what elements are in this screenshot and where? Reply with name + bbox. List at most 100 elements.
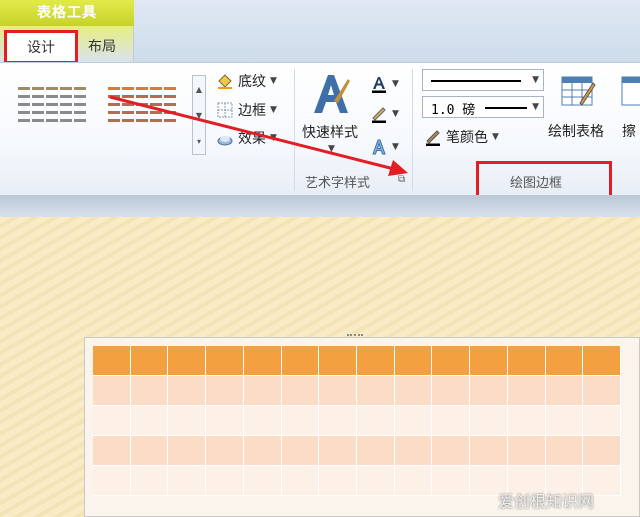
table-cell[interactable] [470, 406, 508, 436]
table-cell[interactable] [93, 406, 131, 436]
table-cell[interactable] [281, 466, 320, 496]
table-cell[interactable] [93, 466, 131, 496]
table-cell[interactable] [394, 466, 433, 496]
table-cell[interactable] [168, 406, 207, 436]
table-cell[interactable] [507, 406, 546, 436]
gallery-up-icon[interactable]: ▲ [196, 85, 202, 94]
table-cell[interactable] [583, 406, 621, 436]
header-cell[interactable] [206, 346, 244, 376]
wordart-a-icon [314, 75, 350, 113]
ruler-bar [0, 195, 640, 217]
table-cell[interactable] [206, 376, 244, 406]
pen-style-line [431, 80, 521, 82]
pen-weight-line [485, 107, 527, 109]
header-cell[interactable] [168, 346, 207, 376]
gallery-scroll[interactable]: ▲ ▼ ▾ [192, 75, 206, 155]
table-cell[interactable] [432, 376, 471, 406]
table-cell[interactable] [470, 436, 508, 466]
table-cell[interactable] [432, 406, 471, 436]
resize-handle[interactable] [347, 334, 363, 338]
table-cell[interactable] [545, 436, 584, 466]
table-cell[interactable] [168, 466, 207, 496]
table-cell[interactable] [281, 436, 320, 466]
table-cell[interactable] [357, 376, 395, 406]
chevron-down-icon: ▼ [532, 75, 539, 85]
table-cell[interactable] [394, 406, 433, 436]
table-cell[interactable] [130, 466, 169, 496]
header-cell[interactable] [394, 346, 433, 376]
table-cell[interactable] [470, 376, 508, 406]
text-fill-button[interactable]: ▼ [370, 75, 399, 93]
text-outline-button[interactable]: ▼ [370, 105, 399, 123]
table-cell[interactable] [319, 376, 357, 406]
pen-weight-dropdown[interactable]: 1.0 磅 ▼ [422, 96, 544, 118]
pen-style-dropdown[interactable]: ▼ [422, 69, 544, 91]
chevron-down-icon: ▼ [392, 109, 399, 119]
header-cell[interactable] [507, 346, 546, 376]
text-effects-button[interactable]: ▼ [370, 138, 399, 156]
effects-label: 效果 [238, 131, 266, 147]
separator [294, 69, 295, 191]
table-cell[interactable] [168, 436, 207, 466]
table-cell[interactable] [243, 406, 282, 436]
table-cell[interactable] [507, 376, 546, 406]
header-cell[interactable] [432, 346, 471, 376]
table-cell[interactable] [394, 376, 433, 406]
table-cell[interactable] [357, 406, 395, 436]
dialog-launcher-icon[interactable]: ⧉ [398, 174, 405, 185]
table-style-orange[interactable] [108, 87, 176, 122]
chevron-down-icon: ▼ [328, 144, 335, 154]
table-cell[interactable] [243, 466, 282, 496]
table-cell[interactable] [319, 436, 357, 466]
header-cell[interactable] [583, 346, 621, 376]
header-cell[interactable] [357, 346, 395, 376]
table-cell[interactable] [281, 406, 320, 436]
pen-color-button[interactable]: 笔颜色 ▼ [424, 127, 499, 147]
table-cell[interactable] [243, 376, 282, 406]
gallery-more-icon[interactable]: ▾ [197, 137, 201, 146]
table-cell[interactable] [432, 466, 471, 496]
shading-button[interactable]: 底纹 ▼ [216, 71, 277, 91]
table-cell[interactable] [130, 376, 169, 406]
header-cell[interactable] [319, 346, 357, 376]
borders-button[interactable]: 边框 ▼ [216, 100, 277, 120]
table-cell[interactable] [319, 466, 357, 496]
table-cell[interactable] [206, 406, 244, 436]
table-cell[interactable] [130, 406, 169, 436]
header-cell[interactable] [93, 346, 131, 376]
table-cell[interactable] [432, 436, 471, 466]
header-cell[interactable] [470, 346, 508, 376]
table-cell[interactable] [319, 406, 357, 436]
table-cell[interactable] [130, 436, 169, 466]
table-cell[interactable] [545, 406, 584, 436]
tab-layout[interactable]: 布局 [82, 32, 122, 62]
header-cell[interactable] [130, 346, 169, 376]
draw-table-button[interactable]: 绘制表格 [548, 71, 614, 151]
table-cell[interactable] [507, 436, 546, 466]
table-cell[interactable] [168, 376, 207, 406]
chevron-down-icon: ▼ [392, 142, 399, 152]
table-cell[interactable] [394, 436, 433, 466]
table-cell[interactable] [93, 376, 131, 406]
table-cell[interactable] [93, 436, 131, 466]
header-cell[interactable] [281, 346, 320, 376]
chevron-down-icon: ▼ [270, 133, 277, 143]
shading-label: 底纹 [238, 74, 266, 90]
table-cell[interactable] [281, 376, 320, 406]
quick-styles-button[interactable]: 快速样式 ▼ [300, 71, 364, 161]
text-fill-icon [372, 77, 386, 93]
eraser-button[interactable]: 擦 [618, 71, 640, 151]
table-cell[interactable] [243, 436, 282, 466]
table-style-plain[interactable] [18, 87, 86, 122]
gallery-down-icon[interactable]: ▼ [196, 111, 202, 120]
table-cell[interactable] [545, 376, 584, 406]
table-cell[interactable] [357, 466, 395, 496]
table-cell[interactable] [583, 376, 621, 406]
header-cell[interactable] [243, 346, 282, 376]
table-cell[interactable] [583, 436, 621, 466]
table-cell[interactable] [206, 466, 244, 496]
table-cell[interactable] [206, 436, 244, 466]
header-cell[interactable] [545, 346, 584, 376]
effects-button[interactable]: 效果 ▼ [216, 128, 277, 148]
table-cell[interactable] [357, 436, 395, 466]
